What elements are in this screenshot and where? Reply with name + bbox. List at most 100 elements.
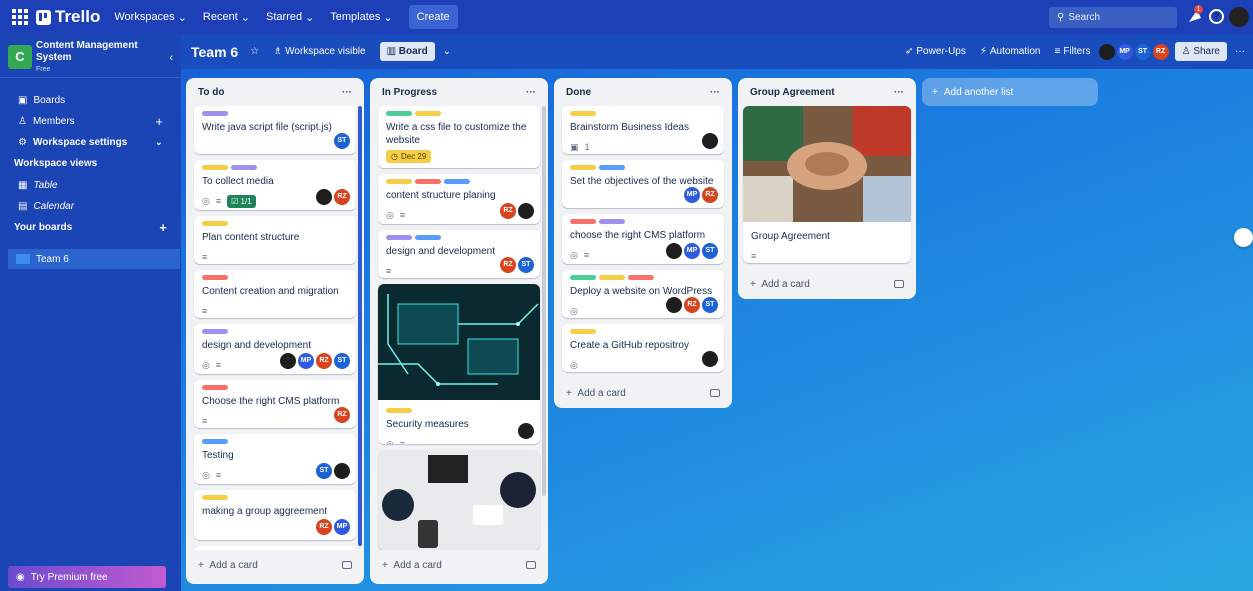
- card-title: To collect media: [202, 176, 274, 187]
- template-icon[interactable]: [342, 561, 352, 569]
- star-icon[interactable]: ☆: [250, 46, 259, 57]
- list-menu-icon[interactable]: ···: [342, 87, 352, 98]
- sidebar-item-table[interactable]: ▦ Table: [0, 175, 181, 196]
- sidebar-item-calendar[interactable]: ▤ Calendar: [0, 196, 181, 217]
- list-menu-icon[interactable]: ···: [526, 87, 536, 98]
- list-menu-icon[interactable]: ···: [894, 87, 904, 98]
- share-button[interactable]: ♙ Share: [1174, 42, 1227, 61]
- nav-workspaces[interactable]: Workspaces ⌄: [114, 11, 187, 24]
- card[interactable]: Write java script file (script.js) ST: [194, 106, 356, 154]
- list-header[interactable]: Group Agreement ···: [738, 78, 916, 106]
- premium-icon: ◉: [16, 571, 25, 583]
- card[interactable]: Write a css file to customize the websit…: [378, 106, 540, 168]
- card[interactable]: content structure planing ◎ ≡ RZ: [378, 174, 540, 224]
- card[interactable]: Security measures ◎ ≡: [378, 284, 540, 444]
- watch-icon: ◎: [386, 438, 394, 445]
- label-red: [202, 275, 228, 280]
- checklist-badge: ☑ 1/1: [227, 194, 256, 208]
- card[interactable]: Set the objectives of the website MP RZ: [562, 160, 724, 208]
- card[interactable]: choose the right CMS platform ◎ ≡ MP ST: [562, 214, 724, 264]
- board-title[interactable]: Team 6: [191, 44, 238, 60]
- create-button[interactable]: Create: [408, 5, 458, 29]
- member-avatar-mp[interactable]: MP: [1116, 43, 1133, 60]
- views-chevron-icon[interactable]: ⌄: [443, 46, 451, 57]
- card[interactable]: Group Agreement ≡: [743, 106, 911, 263]
- card[interactable]: Choose the right CMS platform ≡ RZ: [194, 380, 356, 428]
- collapse-sidebar-icon[interactable]: ‹: [169, 52, 173, 64]
- sidebar-item-settings[interactable]: ⚙ Workspace settings ⌄: [0, 132, 181, 153]
- member-avatar-mp: MP: [298, 353, 314, 369]
- user-avatar[interactable]: [1229, 7, 1249, 27]
- card-title: Write a css file to customize the websit…: [386, 122, 527, 146]
- more-options-icon[interactable]: ···: [1235, 46, 1245, 57]
- sidebar-item-members[interactable]: ♙ Members +: [0, 111, 181, 132]
- sidebar-board-team6[interactable]: Team 6: [8, 249, 180, 269]
- card[interactable]: [194, 546, 356, 550]
- label-yellow: [570, 111, 596, 116]
- member-avatar: [702, 351, 718, 367]
- member-avatar-rz[interactable]: RZ: [1152, 43, 1169, 60]
- list-header[interactable]: In Progress ···: [370, 78, 548, 106]
- watch-icon: ◎: [202, 195, 210, 206]
- card-title: Group Agreement: [751, 231, 830, 242]
- member-avatar-st[interactable]: ST: [1134, 43, 1151, 60]
- label-yellow: [599, 275, 625, 280]
- add-card-button[interactable]: + Add a card: [186, 550, 364, 580]
- label-yellow: [202, 165, 228, 170]
- watch-icon: ◎: [202, 469, 210, 480]
- card[interactable]: Testing ◎ ≡ ST: [194, 434, 356, 484]
- search-input[interactable]: ⚲ Search: [1049, 7, 1177, 28]
- try-premium-button[interactable]: ◉ Try Premium free: [8, 566, 166, 588]
- member-avatar: [334, 463, 350, 479]
- add-card-button[interactable]: + Add a card: [370, 550, 548, 580]
- template-icon[interactable]: [526, 561, 536, 569]
- list-scrollbar[interactable]: [542, 106, 546, 496]
- trello-logo[interactable]: Trello: [36, 7, 100, 27]
- board-view-button[interactable]: ▥ Board: [379, 42, 435, 61]
- assistant-sparkle-icon[interactable]: [1234, 228, 1253, 247]
- help-icon[interactable]: ?: [1209, 9, 1224, 24]
- sidebar-item-boards[interactable]: ▣ Boards: [0, 90, 181, 111]
- nav-starred[interactable]: Starred ⌄: [266, 11, 314, 24]
- member-avatar-st: ST: [702, 297, 718, 313]
- card-title: Create a GitHub repositroy: [570, 340, 689, 351]
- label-red: [415, 179, 441, 184]
- workspace-plan: Free: [36, 66, 51, 73]
- card[interactable]: Plan content structure ≡: [194, 216, 356, 264]
- member-avatar-st: ST: [334, 133, 350, 149]
- card[interactable]: [378, 450, 540, 550]
- apps-grid-icon[interactable]: [12, 9, 28, 25]
- member-avatar-rz: RZ: [334, 407, 350, 423]
- card[interactable]: Content creation and migration ≡: [194, 270, 356, 318]
- member-avatar-mp: MP: [684, 243, 700, 259]
- nav-recent[interactable]: Recent ⌄: [203, 11, 250, 24]
- card[interactable]: design and development ◎ ≡ MP RZ ST: [194, 324, 356, 374]
- card[interactable]: design and development ≡ RZ ST: [378, 230, 540, 278]
- member-avatar[interactable]: [1098, 43, 1115, 60]
- template-icon[interactable]: [894, 280, 904, 288]
- card[interactable]: Brainstorm Business Ideas ▣ 1: [562, 106, 724, 154]
- label-purple: [202, 329, 228, 334]
- card[interactable]: Create a GitHub repositroy ◎: [562, 324, 724, 372]
- add-list-button[interactable]: + Add another list: [922, 78, 1098, 106]
- list-menu-icon[interactable]: ···: [710, 87, 720, 98]
- search-icon: ⚲: [1057, 12, 1065, 23]
- list-scrollbar[interactable]: [358, 106, 362, 546]
- card[interactable]: To collect media ◎ ≡ ☑ 1/1 RZ: [194, 160, 356, 210]
- automation-button[interactable]: ⚡ Automation: [980, 46, 1041, 57]
- list-header[interactable]: To do ···: [186, 78, 364, 106]
- list-header[interactable]: Done ···: [554, 78, 732, 106]
- filters-button[interactable]: ≡ Filters: [1054, 46, 1090, 57]
- add-card-button[interactable]: + Add a card: [738, 269, 916, 299]
- member-avatar-rz: RZ: [500, 203, 516, 219]
- member-avatar: [666, 297, 682, 313]
- card[interactable]: making a group aggreement RZ MP: [194, 490, 356, 540]
- visibility-button[interactable]: ♗ Workspace visible: [273, 46, 365, 57]
- nav-templates[interactable]: Templates ⌄: [330, 11, 392, 24]
- template-icon[interactable]: [710, 389, 720, 397]
- add-board-icon[interactable]: +: [159, 217, 167, 239]
- add-member-icon[interactable]: +: [155, 114, 163, 129]
- powerups-button[interactable]: ➶ Power-Ups: [905, 46, 966, 57]
- card[interactable]: Deploy a website on WordPress ◎ RZ ST: [562, 270, 724, 318]
- add-card-button[interactable]: + Add a card: [554, 378, 732, 408]
